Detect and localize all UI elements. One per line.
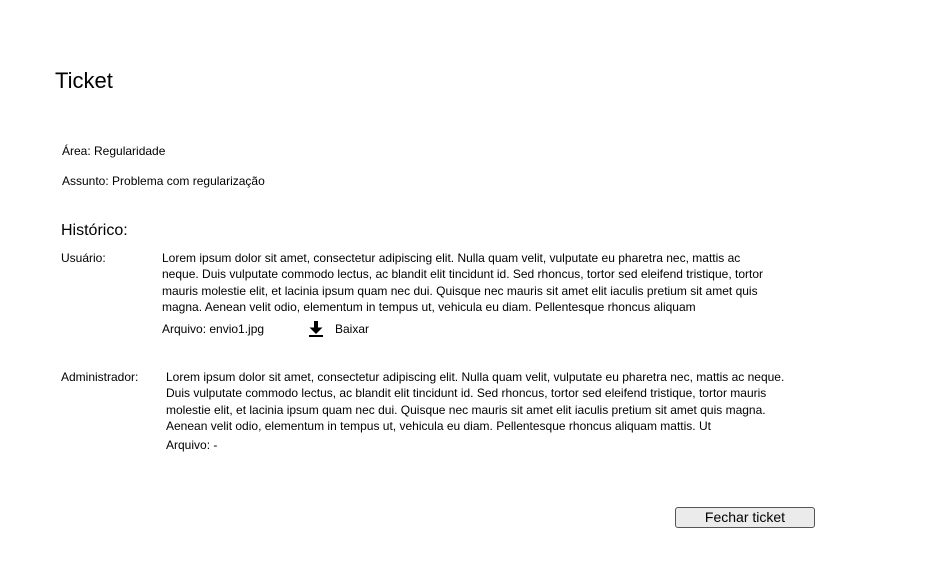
history-heading: Histórico: [61,222,128,239]
close-ticket-button[interactable]: Fechar ticket [675,507,815,528]
download-label: Baixar [335,321,370,336]
ticket-subject: Assunto: Problema com regularização [62,174,265,188]
entry-message: Lorem ipsum dolor sit amet, consectetur … [166,370,785,433]
page-title: Ticket [55,68,113,93]
entry-attachment: Arquivo: - [166,438,218,452]
entry-author-label: Usuário: [61,251,106,265]
entry-message: Lorem ipsum dolor sit amet, consectetur … [162,251,763,314]
download-button[interactable]: Baixar [306,319,369,339]
entry-author-label: Administrador: [61,370,139,384]
ticket-area: Área: Regularidade [62,144,166,158]
entry-attachment: Arquivo: envio1.jpg [162,322,265,336]
download-icon [306,319,326,339]
